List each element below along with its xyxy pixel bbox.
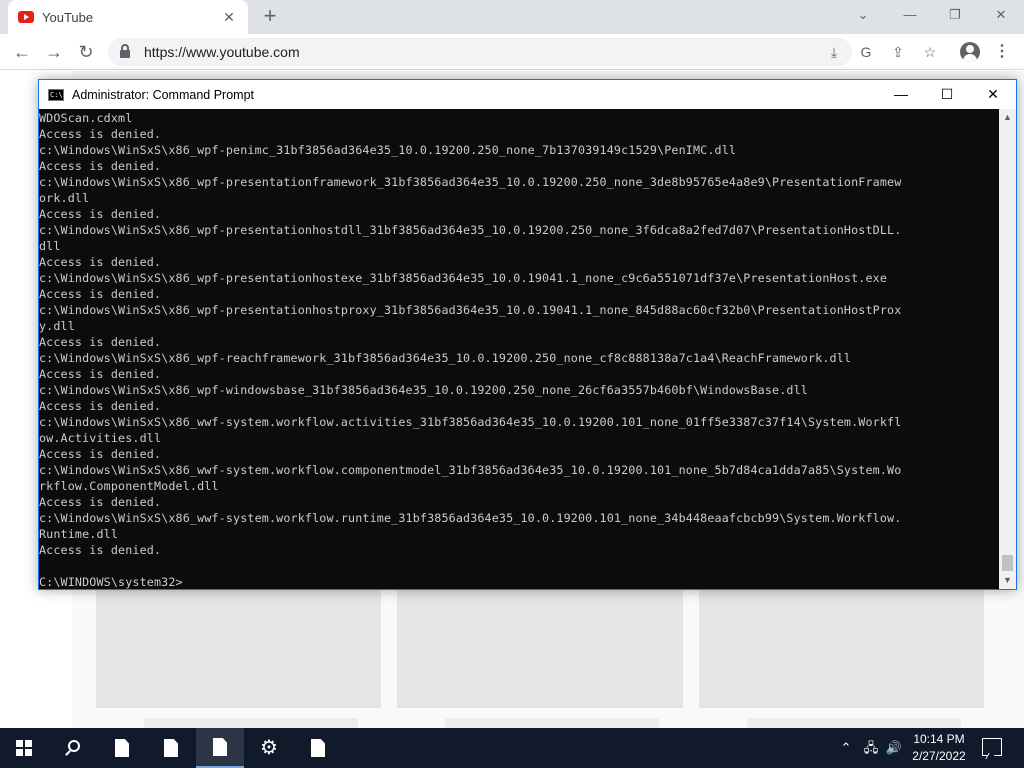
clock-time: 10:14 PM: [913, 732, 965, 746]
cmd-close-button[interactable]: ✕: [970, 80, 1016, 109]
tab-close-button[interactable]: ✕: [220, 9, 238, 26]
taskbar-clock[interactable]: 10:14 PM 2/27/2022: [906, 731, 972, 765]
console-line: Access is denied.: [39, 207, 162, 221]
gear-icon: ⚙: [260, 737, 278, 759]
browser-toolbar: ← → ↻ https://www.youtube.com ⤓ G ⇪ ☆ ⋮: [0, 34, 1024, 70]
video-thumbnail[interactable]: [96, 590, 381, 708]
cmd-console-output[interactable]: WDOScan.cdxml Access is denied. c:\Windows…: [39, 109, 999, 589]
browser-minimize-button[interactable]: —: [896, 4, 924, 26]
youtube-logo-icon: [18, 11, 34, 23]
forward-button[interactable]: →: [42, 40, 66, 64]
tab-title: YouTube: [42, 9, 94, 25]
browser-close-button[interactable]: ✕: [987, 4, 1015, 26]
cmd-titlebar[interactable]: C:\ Administrator: Command Prompt — ☐ ✕: [39, 80, 1016, 109]
taskbar-app-2[interactable]: [147, 728, 195, 768]
console-line: Access is denied.: [39, 335, 162, 349]
scroll-down-arrow-icon[interactable]: ▼: [999, 572, 1016, 589]
console-line: C:\WINDOWS\system32>: [39, 575, 183, 589]
console-line: y.dll: [39, 319, 75, 333]
profile-avatar-icon[interactable]: [960, 42, 980, 62]
address-url[interactable]: https://www.youtube.com: [144, 44, 300, 60]
cmd-app-icon[interactable]: C:\: [48, 88, 64, 101]
taskbar: ⚙ ⌃ 🖧 🔊 10:14 PM 2/27/2022: [0, 728, 1024, 768]
cmd-minimize-button[interactable]: —: [878, 80, 924, 109]
tab-youtube[interactable]: YouTube ✕: [8, 0, 248, 34]
cmd-window-title: Administrator: Command Prompt: [72, 87, 255, 102]
file-icon: [164, 739, 178, 757]
console-line: Access is denied.: [39, 543, 162, 557]
video-thumbnail[interactable]: [699, 590, 984, 708]
console-line: Access is denied.: [39, 399, 162, 413]
console-line: Access is denied.: [39, 127, 162, 141]
command-prompt-window[interactable]: C:\ Administrator: Command Prompt — ☐ ✕ …: [38, 79, 1017, 590]
console-line: c:\Windows\WinSxS\x86_wpf-presentationho…: [39, 303, 902, 317]
taskbar-settings[interactable]: ⚙: [245, 728, 293, 768]
new-tab-button[interactable]: +: [258, 5, 282, 29]
lock-icon[interactable]: [120, 44, 130, 58]
console-line: Access is denied.: [39, 159, 162, 173]
console-line: c:\Windows\WinSxS\x86_wwf-system.workflo…: [39, 415, 902, 429]
scrollbar-thumb[interactable]: [1002, 555, 1013, 571]
console-line: c:\Windows\WinSxS\x86_wpf-penimc_31bf385…: [39, 143, 737, 157]
windows-logo-icon: [16, 740, 32, 756]
tray-chevron-icon[interactable]: ⌃: [838, 739, 854, 757]
start-button[interactable]: [0, 728, 48, 768]
console-line: c:\Windows\WinSxS\x86_wpf-presentationfr…: [39, 175, 902, 189]
scroll-up-arrow-icon[interactable]: ▲: [999, 109, 1016, 126]
console-line: WDOScan.cdxml: [39, 111, 133, 125]
clock-date: 2/27/2022: [912, 749, 966, 763]
console-line: ork.dll: [39, 191, 90, 205]
cmd-scrollbar[interactable]: ▲ ▼: [999, 109, 1016, 589]
search-button[interactable]: [48, 728, 96, 768]
bookmark-star-icon[interactable]: ☆: [920, 42, 940, 62]
file-icon: [311, 739, 325, 757]
console-line: c:\Windows\WinSxS\x86_wpf-presentationho…: [39, 271, 888, 285]
console-line: c:\Windows\WinSxS\x86_wpf-windowsbase_31…: [39, 383, 808, 397]
tab-search-button[interactable]: ⌄: [849, 4, 877, 26]
console-line: ow.Activities.dll: [39, 431, 162, 445]
browser-tabstrip: YouTube ✕ + ⌄ — ❐ ✕: [0, 0, 1024, 34]
console-line: Runtime.dll: [39, 527, 119, 541]
share-icon[interactable]: ⇪: [888, 42, 908, 62]
back-button[interactable]: ←: [10, 40, 34, 64]
address-bar[interactable]: https://www.youtube.com: [108, 38, 852, 66]
search-icon: [68, 740, 80, 752]
browser-restore-button[interactable]: ❐: [941, 4, 969, 26]
console-line: Access is denied.: [39, 447, 162, 461]
volume-icon[interactable]: 🔊: [884, 739, 904, 757]
cmd-maximize-button[interactable]: ☐: [924, 80, 970, 109]
file-icon: [213, 738, 227, 756]
translate-icon[interactable]: G: [856, 42, 876, 62]
network-icon[interactable]: 🖧: [861, 739, 881, 757]
console-line: Access is denied.: [39, 367, 162, 381]
console-line: dll: [39, 239, 61, 253]
browser-menu-icon[interactable]: ⋮: [994, 42, 1010, 62]
taskbar-app-1[interactable]: [98, 728, 146, 768]
taskbar-app-5[interactable]: [294, 728, 342, 768]
reload-button[interactable]: ↻: [74, 40, 98, 64]
video-thumbnail[interactable]: [397, 590, 683, 708]
console-line: Access is denied.: [39, 495, 162, 509]
file-icon: [115, 739, 129, 757]
install-app-icon[interactable]: ⤓: [824, 42, 844, 62]
console-line: rkflow.ComponentModel.dll: [39, 479, 219, 493]
console-line: c:\Windows\WinSxS\x86_wpf-reachframework…: [39, 351, 852, 365]
notification-icon[interactable]: [982, 738, 1002, 756]
console-line: c:\Windows\WinSxS\x86_wpf-presentationho…: [39, 223, 902, 237]
console-line: c:\Windows\WinSxS\x86_wwf-system.workflo…: [39, 463, 902, 477]
console-line: c:\Windows\WinSxS\x86_wwf-system.workflo…: [39, 511, 902, 525]
console-line: Access is denied.: [39, 255, 162, 269]
console-line: Access is denied.: [39, 287, 162, 301]
taskbar-app-3[interactable]: [196, 728, 244, 768]
